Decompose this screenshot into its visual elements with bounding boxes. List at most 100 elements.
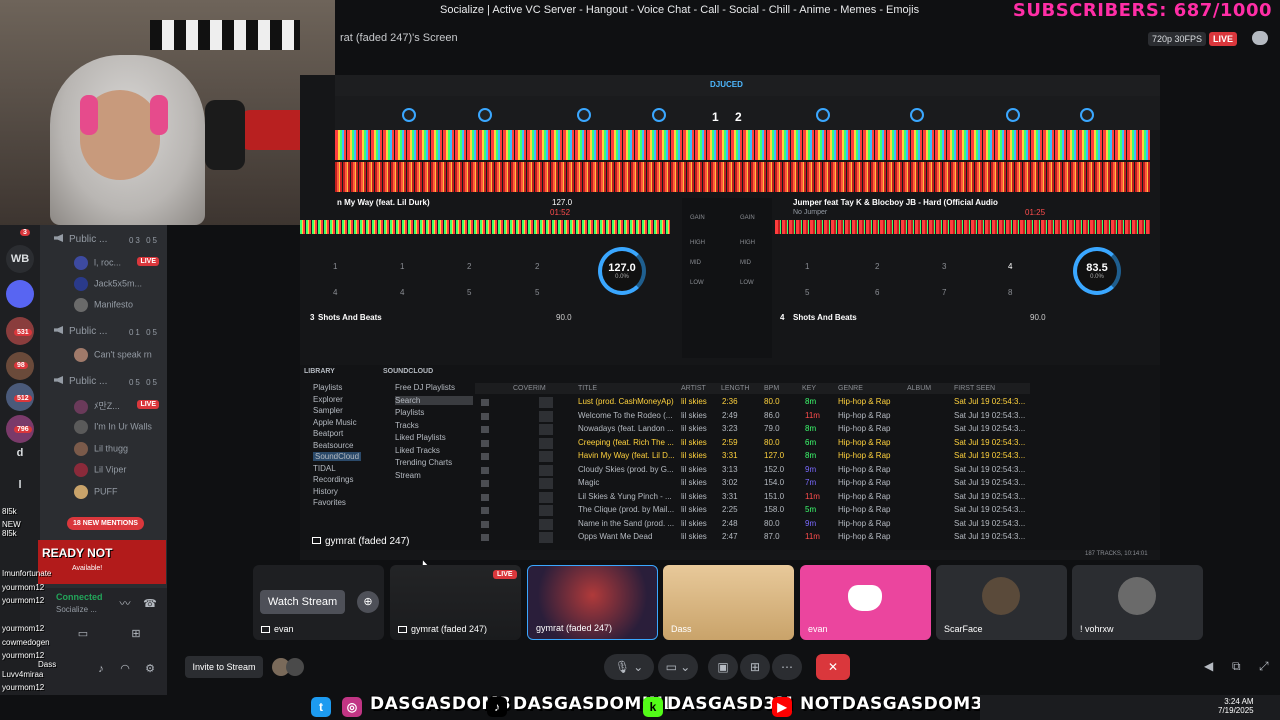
library-nav-item[interactable]: SoundCloud <box>313 452 362 461</box>
fx-knob[interactable] <box>577 108 591 122</box>
row-action-icon[interactable] <box>481 439 489 447</box>
voice-connected-server[interactable]: Socialize ... <box>56 605 97 614</box>
participant-tile-evan[interactable]: evan <box>800 565 931 640</box>
table-row[interactable]: Lil Skies & Yung Pinch - ... lil skies 3:3… <box>475 491 1030 504</box>
member-item[interactable]: I'm In Ur Walls <box>74 420 152 434</box>
mixer-eq-column[interactable] <box>682 198 772 358</box>
column-header[interactable]: FIRST SEEN <box>954 385 995 392</box>
participant-tile-gymrat-camera[interactable]: gymrat (faded 247) <box>527 565 658 640</box>
column-header[interactable]: BPM <box>764 385 779 392</box>
hotcue-pad[interactable]: 1 <box>400 262 404 271</box>
screen-share-button[interactable]: ▣ <box>708 654 738 680</box>
headphones-icon[interactable]: ◠ <box>118 662 132 676</box>
popout-icon[interactable]: ⊕ <box>357 591 379 613</box>
row-action-icon[interactable] <box>481 426 489 433</box>
soundcloud-nav-item[interactable]: Search <box>395 395 473 405</box>
hotcue-pad[interactable]: 4 <box>1008 262 1012 271</box>
member-item[interactable]: Lil thugg <box>74 442 128 456</box>
deck2-waveform[interactable] <box>335 162 1150 192</box>
deck1-waveform[interactable] <box>335 130 1150 160</box>
column-header[interactable]: COVERIM <box>513 385 546 392</box>
member-item[interactable]: Lil Viper <box>74 463 126 477</box>
row-action-icon[interactable] <box>481 520 489 528</box>
member-item[interactable]: Can't speak rn <box>74 348 152 362</box>
row-action-icon[interactable] <box>481 534 489 541</box>
gear-icon[interactable]: ⚙ <box>143 662 157 676</box>
library-nav-item[interactable]: Playlists <box>313 383 342 392</box>
fx-knob[interactable] <box>478 108 492 122</box>
chat-icon[interactable] <box>1252 31 1268 45</box>
fx-knob[interactable] <box>910 108 924 122</box>
table-row[interactable]: Opps Want Me Dead lil skies 2:47 87.0 11m Hip… <box>475 531 1030 544</box>
hotcue-pad[interactable]: 4 <box>400 288 404 297</box>
soundcloud-nav-item[interactable]: Stream <box>395 471 421 480</box>
column-header[interactable]: KEY <box>802 385 816 392</box>
camera-toggle-button[interactable]: ▭ ⌄ <box>658 654 698 680</box>
end-call-icon[interactable]: ✕ <box>816 654 850 680</box>
fx-knob[interactable] <box>1080 108 1094 122</box>
hotcue-pad[interactable]: 7 <box>942 288 946 297</box>
mic-icon[interactable]: ♪ <box>94 662 108 676</box>
activity-button[interactable]: ⊞ <box>740 654 770 680</box>
library-nav-item[interactable]: Favorites <box>313 498 346 507</box>
soundcloud-nav-item[interactable]: Free DJ Playlists <box>395 383 455 392</box>
column-header[interactable]: LENGTH <box>721 385 749 392</box>
soundcloud-nav-item[interactable]: Tracks <box>395 421 419 430</box>
member-item[interactable]: Manifesto <box>74 298 133 312</box>
voice-channel-2[interactable]: Public ... <box>54 326 107 337</box>
fx-knob[interactable] <box>1006 108 1020 122</box>
column-header[interactable]: GENRE <box>838 385 863 392</box>
deck2-overview-waveform[interactable] <box>775 220 1150 234</box>
hotcue-pad[interactable]: 5 <box>805 288 809 297</box>
fx-knob[interactable] <box>402 108 416 122</box>
soundcloud-nav-item[interactable]: Liked Playlists <box>395 433 446 442</box>
deck2-jog-display[interactable]: 83.5 0.0% <box>1073 247 1121 295</box>
column-header[interactable]: ARTIST <box>681 385 706 392</box>
hotcue-pad[interactable]: 2 <box>535 262 539 271</box>
hotcue-pad[interactable]: 2 <box>467 262 471 271</box>
participant-tile-scarface[interactable]: ScarFace <box>936 565 1067 640</box>
new-mentions-badge[interactable]: 18 NEW MENTIONS <box>67 517 144 530</box>
server-icon-d[interactable]: d <box>6 439 34 467</box>
row-action-icon[interactable] <box>481 493 489 501</box>
hotcue-pad[interactable]: 6 <box>875 288 879 297</box>
server-icon-folder[interactable] <box>6 280 34 308</box>
member-item[interactable]: ﾒ만Z... <box>74 399 120 414</box>
row-action-icon[interactable] <box>481 399 489 406</box>
member-item[interactable]: PUFF <box>74 485 118 499</box>
hotcue-pad[interactable]: 1 <box>805 262 809 271</box>
server-icon-l[interactable]: l <box>6 471 34 499</box>
deck1-jog-display[interactable]: 127.0 0.0% <box>598 247 646 295</box>
library-nav-item[interactable]: History <box>313 487 338 496</box>
row-action-icon[interactable] <box>481 453 489 460</box>
hotcue-pad[interactable]: 4 <box>333 288 337 297</box>
deck1-overview-waveform[interactable] <box>300 220 670 234</box>
fx-knob[interactable] <box>816 108 830 122</box>
table-row[interactable]: Havin My Way (feat. Lil D... lil skies 3:3… <box>475 450 1030 463</box>
hotcue-pad[interactable]: 1 <box>333 262 337 271</box>
library-nav-item[interactable]: Apple Music <box>313 418 357 427</box>
member-item[interactable]: Jack5x5m... <box>74 277 142 291</box>
row-action-icon[interactable] <box>481 466 489 474</box>
mic-toggle-button[interactable]: 🎙 ⌄ <box>604 654 654 680</box>
server-icon-wb[interactable]: WB <box>6 245 34 273</box>
library-nav-item[interactable]: Recordings <box>313 475 353 484</box>
invite-to-stream-button[interactable]: Invite to Stream <box>185 656 263 678</box>
row-action-icon[interactable] <box>481 412 489 420</box>
library-nav-item[interactable]: Beatsource <box>313 441 353 450</box>
library-nav-item[interactable]: Sampler <box>313 406 343 415</box>
soundcloud-nav-item[interactable]: Playlists <box>395 408 424 417</box>
row-action-icon[interactable] <box>481 480 489 487</box>
library-nav-item[interactable]: Beatport <box>313 429 343 438</box>
voice-channel-3[interactable]: Public ... <box>54 376 107 387</box>
row-action-icon[interactable] <box>481 507 489 514</box>
hotcue-pad[interactable]: 3 <box>942 262 946 271</box>
popout-icon[interactable]: ⧉ <box>1232 659 1246 673</box>
table-row[interactable]: Name in the Sand (prod. ... lil skies 2:48… <box>475 518 1030 531</box>
activity-icon[interactable]: ⊞ <box>129 627 143 641</box>
disconnect-icon[interactable]: ☎ <box>143 597 157 611</box>
table-row[interactable]: The Clique (prod. by Mail... lil skies 2:2… <box>475 504 1030 517</box>
library-nav-item[interactable]: Explorer <box>313 395 343 404</box>
camera-icon[interactable]: ▭ <box>76 627 90 641</box>
participant-tile-dass[interactable]: Dass <box>663 565 794 640</box>
